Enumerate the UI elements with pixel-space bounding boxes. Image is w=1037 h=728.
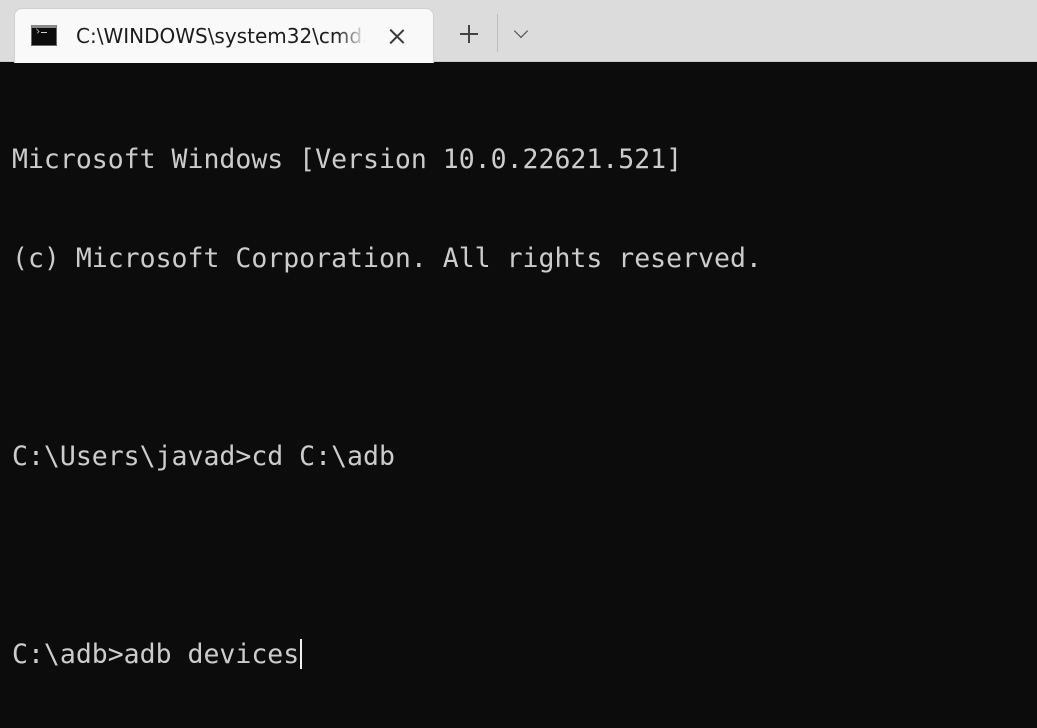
tab-divider bbox=[497, 14, 498, 52]
text-cursor bbox=[300, 639, 303, 669]
terminal-line: Microsoft Windows [Version 10.0.22621.52… bbox=[12, 144, 683, 175]
terminal-icon bbox=[31, 25, 57, 46]
terminal-line: C:\Users\javad>cd C:\adb bbox=[12, 441, 395, 472]
plus-icon[interactable] bbox=[452, 16, 486, 50]
tab-cmd[interactable]: C:\WINDOWS\system32\cmd.exe bbox=[14, 8, 434, 63]
terminal-input-line[interactable]: C:\adb>adb devices bbox=[12, 638, 1037, 671]
title-bar: C:\WINDOWS\system32\cmd.exe bbox=[0, 0, 1037, 63]
terminal-current-command: C:\adb>adb devices bbox=[12, 639, 300, 670]
close-icon[interactable] bbox=[387, 26, 407, 46]
terminal-output[interactable]: Microsoft Windows [Version 10.0.22621.52… bbox=[0, 63, 1037, 728]
terminal-window: C:\WINDOWS\system32\cmd.exe Microsoft Wi… bbox=[0, 0, 1037, 728]
tab-title: C:\WINDOWS\system32\cmd.exe bbox=[76, 24, 366, 48]
terminal-line: (c) Microsoft Corporation. All rights re… bbox=[12, 243, 762, 274]
chevron-down-icon[interactable] bbox=[505, 18, 537, 50]
